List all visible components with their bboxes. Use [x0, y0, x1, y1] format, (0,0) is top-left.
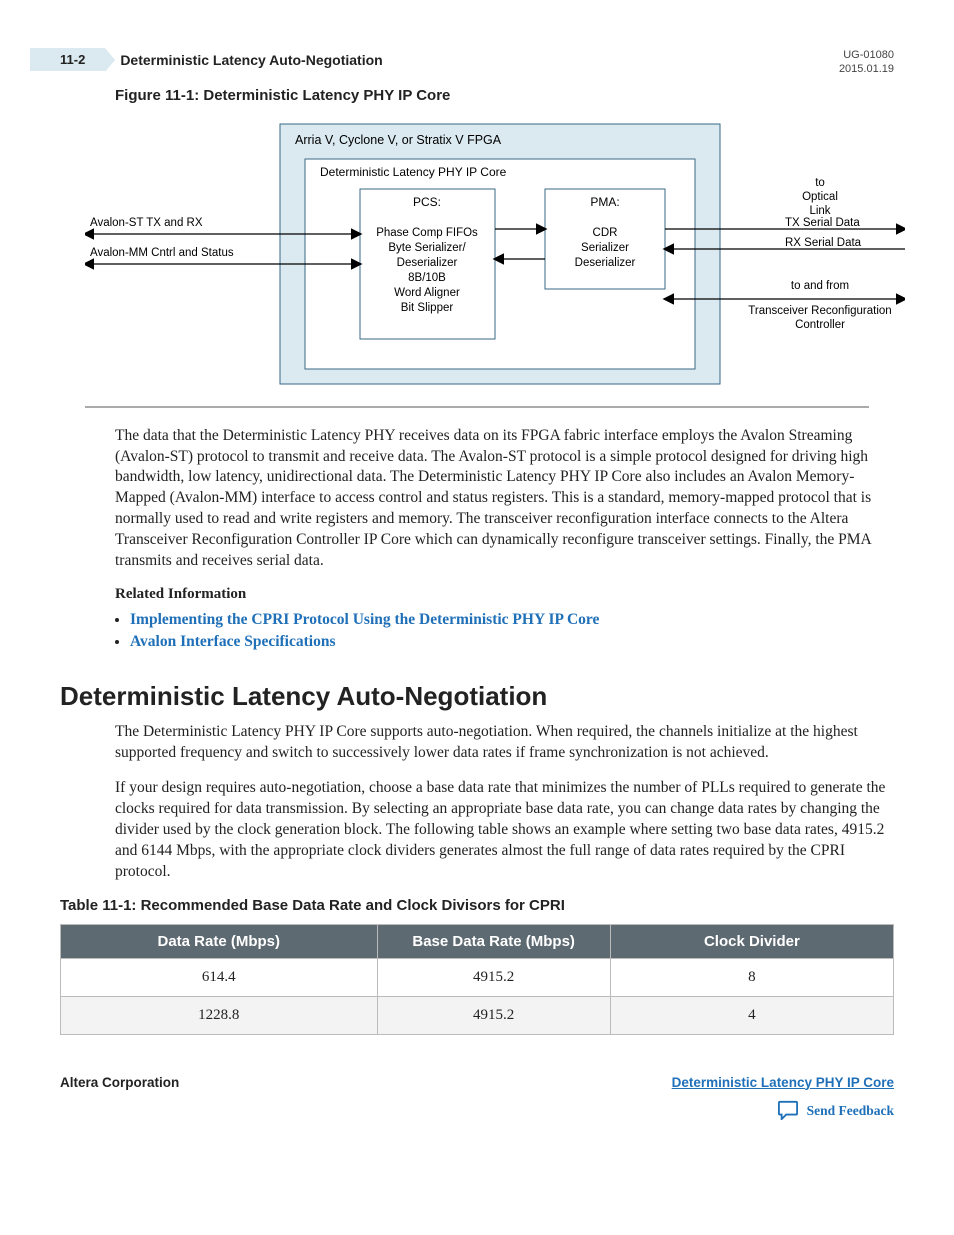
cell: 1228.8 — [61, 996, 378, 1034]
pma-l3: Deserializer — [575, 257, 636, 269]
cell: 8 — [610, 958, 893, 996]
page-number-tab: 11-2 — [30, 48, 105, 71]
send-feedback-link[interactable]: Send Feedback — [807, 1103, 894, 1119]
section-paragraph-1: The Deterministic Latency PHY IP Core su… — [115, 722, 894, 764]
cell: 4915.2 — [377, 958, 610, 996]
footer-company: Altera Corporation — [60, 1075, 179, 1090]
fpga-label: Arria V, Cyclone V, or Stratix V FPGA — [295, 133, 502, 147]
pcs-title: PCS: — [413, 195, 441, 209]
cell: 4915.2 — [377, 996, 610, 1034]
pma-l2: Serializer — [581, 242, 629, 254]
avalon-mm-label: Avalon-MM Cntrl and Status — [90, 247, 234, 259]
doc-date: 2015.01.19 — [839, 62, 894, 76]
opt-l1: to — [815, 177, 825, 189]
footer-chapter-link[interactable]: Deterministic Latency PHY IP Core — [672, 1075, 894, 1090]
table-row: 1228.8 4915.2 4 — [61, 996, 894, 1034]
section-heading: Deterministic Latency Auto-Negotiation — [60, 681, 894, 712]
pma-l1: CDR — [593, 227, 618, 239]
reconf-l3: Controller — [795, 319, 845, 331]
avalon-st-label: Avalon-ST TX and RX — [90, 217, 203, 229]
pcs-l2: Byte Serializer/ — [388, 242, 466, 254]
cell: 4 — [610, 996, 893, 1034]
related-info-heading: Related Information — [115, 586, 894, 603]
th-baserate: Base Data Rate (Mbps) — [377, 924, 610, 958]
page-header: 11-2 Deterministic Latency Auto-Negotiat… — [60, 48, 894, 77]
figure-caption: Figure 11-1: Deterministic Latency PHY I… — [115, 87, 894, 104]
pcs-l6: Bit Slipper — [401, 302, 454, 314]
th-datarate: Data Rate (Mbps) — [61, 924, 378, 958]
reconf-l1: to and from — [791, 280, 849, 292]
pma-title: PMA: — [590, 195, 619, 209]
header-section-title: Deterministic Latency Auto-Negotiation — [120, 48, 839, 68]
comment-icon — [777, 1100, 799, 1123]
link-avalon[interactable]: Avalon Interface Specifications — [130, 633, 336, 650]
diagram-divider — [85, 406, 869, 408]
section-paragraph-2: If your design requires auto-negotiation… — [115, 778, 894, 883]
cell: 614.4 — [61, 958, 378, 996]
tx-serial-label: TX Serial Data — [785, 217, 860, 229]
list-item: Implementing the CPRI Protocol Using the… — [130, 611, 894, 629]
ipcore-label: Deterministic Latency PHY IP Core — [320, 165, 507, 179]
opt-l3: Link — [809, 205, 830, 217]
figure-diagram: Arria V, Cyclone V, or Stratix V FPGA De… — [85, 114, 894, 394]
pcs-l5: Word Aligner — [394, 287, 460, 299]
page-footer: Altera Corporation Deterministic Latency… — [60, 1075, 894, 1123]
opt-l2: Optical — [802, 191, 838, 203]
list-item: Avalon Interface Specifications — [130, 633, 894, 651]
reconf-l2: Transceiver Reconfiguration — [748, 305, 891, 317]
table-row: 614.4 4915.2 8 — [61, 958, 894, 996]
data-table: Data Rate (Mbps) Base Data Rate (Mbps) C… — [60, 924, 894, 1035]
pcs-l3: Deserializer — [397, 257, 458, 269]
table-caption: Table 11-1: Recommended Base Data Rate a… — [60, 897, 894, 914]
related-links-list: Implementing the CPRI Protocol Using the… — [130, 611, 894, 651]
rx-serial-label: RX Serial Data — [785, 237, 862, 249]
pcs-l4: 8B/10B — [408, 272, 446, 284]
doc-id: UG-01080 — [839, 48, 894, 62]
link-cpri[interactable]: Implementing the CPRI Protocol Using the… — [130, 611, 599, 628]
header-meta: UG-01080 2015.01.19 — [839, 48, 894, 77]
body-paragraph-1: The data that the Deterministic Latency … — [115, 426, 894, 572]
th-divider: Clock Divider — [610, 924, 893, 958]
pcs-l1: Phase Comp FIFOs — [376, 227, 478, 239]
